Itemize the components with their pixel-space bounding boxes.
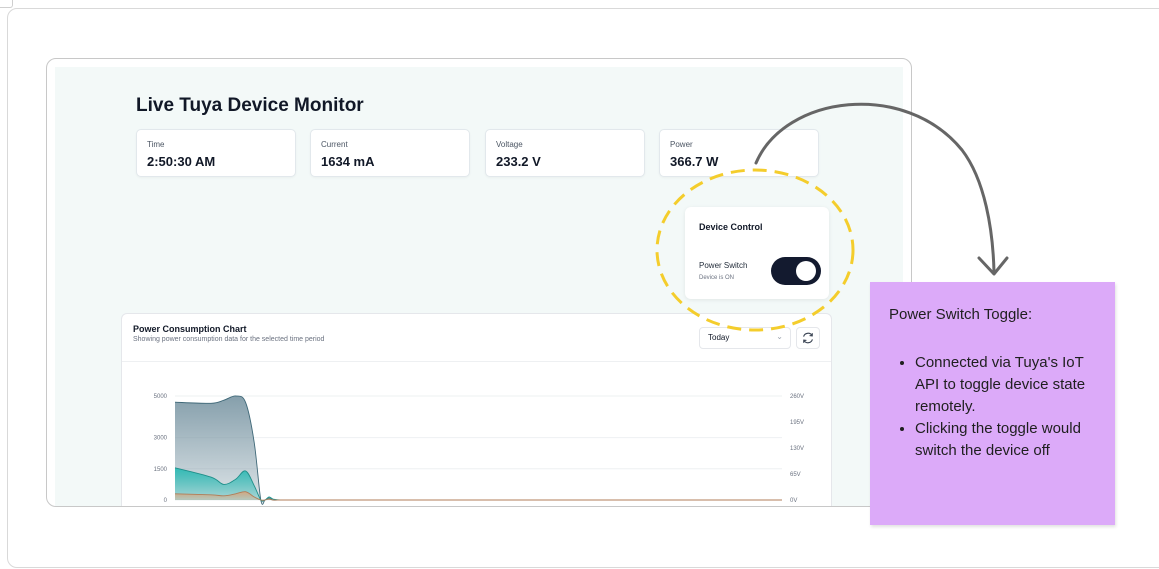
series-line xyxy=(174,467,782,502)
stat-card-time: Time 2:50:30 AM xyxy=(136,129,296,177)
stat-value: 1634 mA xyxy=(321,154,375,169)
left-tick-label: 0 xyxy=(164,498,168,504)
left-tick-label: 5000 xyxy=(154,394,168,400)
stat-value: 233.2 V xyxy=(496,154,541,169)
power-switch-status: Device is ON xyxy=(699,275,735,281)
right-tick-label: 195V xyxy=(790,420,804,426)
corner-mark xyxy=(0,0,13,8)
app-window: Live Tuya Device Monitor Time 2:50:30 AM… xyxy=(46,58,912,507)
stat-label: Current xyxy=(321,140,348,149)
stat-card-current: Current 1634 mA xyxy=(310,129,470,177)
stat-card-voltage: Voltage 233.2 V xyxy=(485,129,645,177)
power-switch-label: Power Switch xyxy=(699,261,748,270)
stat-value: 366.7 W xyxy=(670,154,719,169)
series-area xyxy=(175,467,782,502)
right-tick-label: 130V xyxy=(790,446,804,452)
toggle-knob xyxy=(796,261,816,281)
annotation-title: Power Switch Toggle: xyxy=(889,306,1033,323)
device-control-card: Device Control Power Switch Device is ON xyxy=(685,207,829,299)
power-consumption-chart-card: Power Consumption Chart Showing power co… xyxy=(121,313,832,506)
annotation-bullet: Clicking the toggle would switch the dev… xyxy=(915,418,1110,462)
annotation-bullet: Connected via Tuya's IoT API to toggle d… xyxy=(915,352,1110,418)
series-area xyxy=(175,395,782,505)
left-tick-label: 3000 xyxy=(154,436,168,442)
power-switch-toggle[interactable] xyxy=(771,257,821,285)
stat-label: Voltage xyxy=(496,140,523,149)
stat-label: Power xyxy=(670,140,693,149)
annotation-note: Power Switch Toggle: Connected via Tuya'… xyxy=(870,282,1115,525)
right-tick-label: 0V xyxy=(790,498,797,504)
device-control-title: Device Control xyxy=(699,222,763,232)
right-tick-label: 260V xyxy=(790,394,804,400)
power-chart-plot: 5000 3000 1500 0 260V 195V 130V 65V 0V xyxy=(154,394,804,505)
stat-card-power: Power 366.7 W xyxy=(659,129,819,177)
dashboard: Live Tuya Device Monitor Time 2:50:30 AM… xyxy=(55,67,903,506)
stat-value: 2:50:30 AM xyxy=(147,154,216,169)
page-title: Live Tuya Device Monitor xyxy=(136,95,364,116)
right-tick-label: 65V xyxy=(790,472,801,478)
left-tick-label: 1500 xyxy=(154,467,168,473)
annotation-list: Connected via Tuya's IoT API to toggle d… xyxy=(896,352,1110,462)
series-line xyxy=(174,395,782,505)
stat-label: Time xyxy=(147,140,165,149)
